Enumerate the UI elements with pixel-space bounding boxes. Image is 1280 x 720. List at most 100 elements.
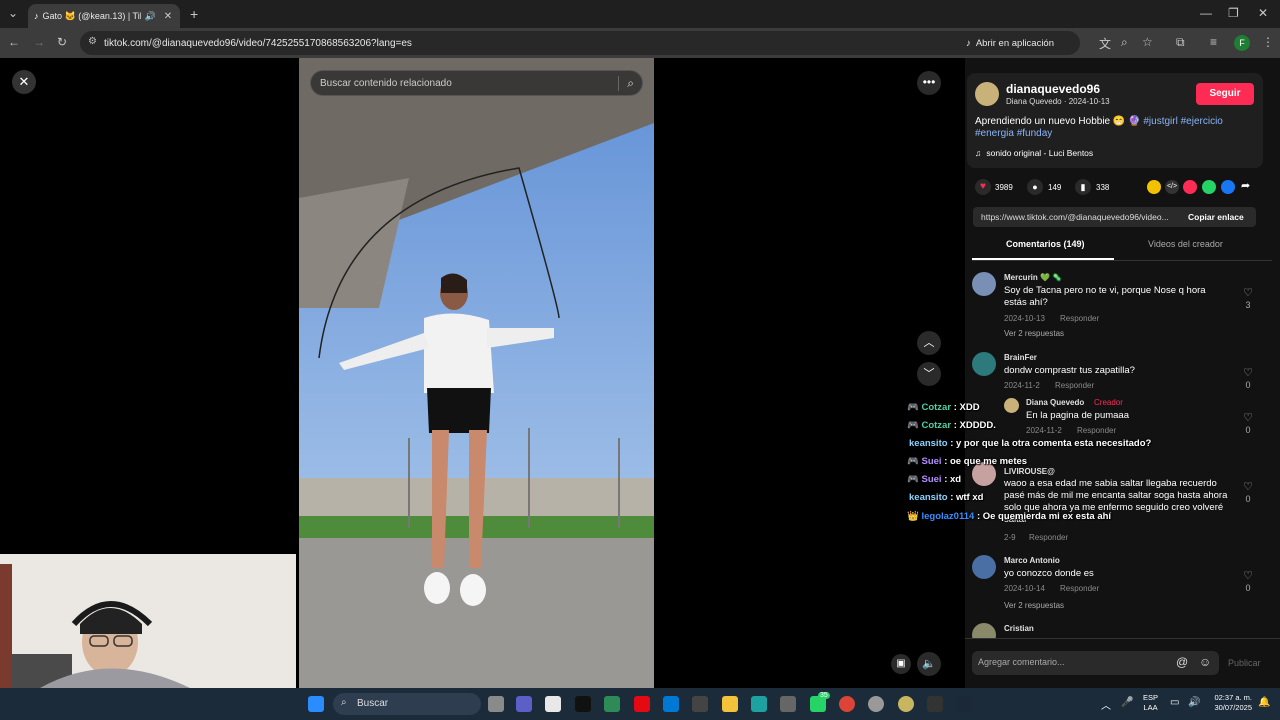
send-icon[interactable]	[1183, 180, 1197, 194]
tag-link[interactable]: #justgirl	[1143, 116, 1177, 127]
profile-avatar[interactable]: F	[1234, 35, 1250, 51]
reply-button[interactable]: Responder	[1029, 533, 1068, 542]
volume-button[interactable]: 🔈	[917, 652, 941, 676]
clock[interactable]: 02:37 a. m. 30/07/2025	[1206, 693, 1252, 713]
embed-icon[interactable]: </>	[1165, 180, 1179, 194]
mention-icon[interactable]: @	[1176, 655, 1188, 669]
reply-button[interactable]: Responder	[1060, 314, 1099, 323]
comment-author[interactable]: Mercurin 💚 🦠	[1004, 273, 1062, 282]
teams-icon[interactable]	[516, 696, 532, 712]
site-info-icon[interactable]: ⚙	[88, 36, 97, 47]
video-player[interactable]	[299, 58, 654, 688]
facebook-icon[interactable]	[1221, 180, 1235, 194]
extensions-icon[interactable]: ⧉	[1176, 35, 1185, 50]
comment-author[interactable]: Diana Quevedo	[1026, 398, 1084, 407]
video-link[interactable]: https://www.tiktok.com/@dianaquevedo96/v…	[981, 212, 1169, 222]
tab-search-chevron-icon[interactable]: ⌄	[8, 6, 18, 20]
comment-author[interactable]: BrainFer	[1004, 353, 1037, 362]
tag-link[interactable]: #ejercicio	[1181, 116, 1223, 127]
reload-icon[interactable]: ↻	[57, 35, 67, 49]
comment-author[interactable]: Cristian	[1004, 624, 1034, 633]
restore-icon[interactable]: ❐	[1228, 6, 1239, 20]
translate-icon[interactable]: 文	[1099, 35, 1111, 52]
back-icon[interactable]: ←	[8, 35, 20, 49]
app-icon[interactable]	[927, 696, 943, 712]
tiktok-icon[interactable]	[575, 696, 591, 712]
view-replies-button[interactable]: Ver 2 respuestas	[1004, 601, 1064, 610]
like-button[interactable]: ♥	[975, 179, 991, 195]
reply-button[interactable]: Responder	[1055, 381, 1094, 390]
comment-like-icon[interactable]: ♡	[1241, 411, 1255, 424]
app-icon[interactable]	[692, 696, 708, 712]
comment-like-icon[interactable]: ♡	[1241, 480, 1255, 493]
edge-icon[interactable]	[751, 696, 767, 712]
taskbar-search[interactable]: ⌕ Buscar	[333, 693, 481, 715]
comment-like-icon[interactable]: ♡	[1241, 569, 1255, 582]
media-icon[interactable]	[604, 696, 620, 712]
open-in-app-button[interactable]: ♪ Abrir en aplicación	[966, 31, 1054, 55]
file-explorer-icon[interactable]	[722, 696, 738, 712]
reply-button[interactable]: Responder	[1060, 584, 1099, 593]
save-button[interactable]: ▮	[1075, 179, 1091, 195]
author-avatar[interactable]	[975, 82, 999, 106]
bookmark-star-icon[interactable]: ☆	[1142, 35, 1153, 49]
search-icon[interactable]: ⌕	[618, 76, 634, 91]
forward-icon[interactable]: →	[33, 35, 45, 49]
comment-like-icon[interactable]: ♡	[1241, 286, 1255, 299]
avatar[interactable]	[972, 272, 996, 296]
previous-video-button[interactable]: ︿	[917, 331, 941, 355]
reading-list-icon[interactable]: ≡	[1210, 35, 1217, 49]
publish-button[interactable]: Publicar	[1228, 658, 1261, 668]
outlook-icon[interactable]	[663, 696, 679, 712]
sound-link[interactable]: ♫ sonido original - Luci Bentos	[975, 148, 1093, 158]
chrome-icon[interactable]	[839, 696, 855, 712]
comment-author[interactable]: LIVIROUSE@	[1004, 467, 1055, 476]
tab-comments[interactable]: Comentarios (149)	[1006, 239, 1085, 249]
view-replies-button[interactable]: Ver 2 respuestas	[1004, 329, 1064, 338]
tag-link[interactable]: #funday	[1017, 128, 1053, 139]
avatar[interactable]	[972, 352, 996, 376]
store-icon[interactable]	[545, 696, 561, 712]
coin-share-icon[interactable]	[1147, 180, 1161, 194]
comment-author[interactable]: Marco Antonio	[1004, 556, 1060, 565]
url-input[interactable]: ⚙ tiktok.com/@dianaquevedo96/video/74252…	[80, 31, 1080, 55]
mini-player-button[interactable]: ▣	[891, 654, 911, 674]
new-tab-icon[interactable]: +	[190, 6, 198, 22]
language-indicator[interactable]: ESP LAA	[1143, 693, 1158, 713]
comment-like-icon[interactable]: ♡	[1241, 366, 1255, 379]
avatar[interactable]	[1004, 398, 1019, 413]
mic-icon[interactable]: 🎤	[1121, 697, 1133, 708]
zoom-icon[interactable]: ⌕	[1121, 35, 1128, 50]
tab-creator-videos[interactable]: Videos del creador	[1148, 239, 1223, 249]
tray-chevron-icon[interactable]: ︿	[1101, 697, 1111, 712]
network-icon[interactable]: ▭	[1170, 697, 1179, 708]
netflix-icon[interactable]	[634, 696, 650, 712]
emoji-icon[interactable]: ☺	[1199, 655, 1211, 669]
recording-icon[interactable]	[868, 696, 884, 712]
steam-icon[interactable]	[956, 696, 972, 712]
window-close-icon[interactable]: ✕	[1258, 6, 1268, 20]
comment-button[interactable]: ●	[1027, 179, 1043, 195]
follow-button[interactable]: Seguir	[1196, 83, 1254, 105]
author-username[interactable]: dianaquevedo96	[1006, 82, 1100, 96]
browser-tab[interactable]: ♪ Gato 🐱 (@kean.13) | TikTok 🔊 ✕	[28, 4, 180, 28]
tab-close-icon[interactable]: ✕	[164, 11, 172, 22]
minimize-icon[interactable]: —	[1200, 6, 1212, 20]
volume-icon[interactable]: 🔊	[1188, 697, 1200, 708]
comment-input[interactable]: Agregar comentario... @ ☺	[972, 651, 1219, 675]
close-video-button[interactable]: ✕	[12, 70, 36, 94]
more-options-button[interactable]: •••	[917, 71, 941, 95]
next-video-button[interactable]: ﹀	[917, 362, 941, 386]
settings-icon[interactable]	[780, 696, 796, 712]
tag-link[interactable]: #energia	[975, 128, 1014, 139]
avatar[interactable]	[972, 555, 996, 579]
task-view-icon[interactable]	[488, 696, 504, 712]
windows-start-icon[interactable]	[308, 696, 324, 712]
app-icon[interactable]	[898, 696, 914, 712]
share-arrow-icon[interactable]: ➦	[1241, 179, 1250, 192]
whatsapp-icon[interactable]	[1202, 180, 1216, 194]
audio-icon[interactable]: 🔊	[145, 11, 156, 22]
copy-link-button[interactable]: Copiar enlace	[1188, 212, 1244, 222]
chrome-menu-icon[interactable]: ⋮	[1262, 35, 1274, 49]
notification-bell-icon[interactable]: 🔔	[1258, 697, 1270, 708]
